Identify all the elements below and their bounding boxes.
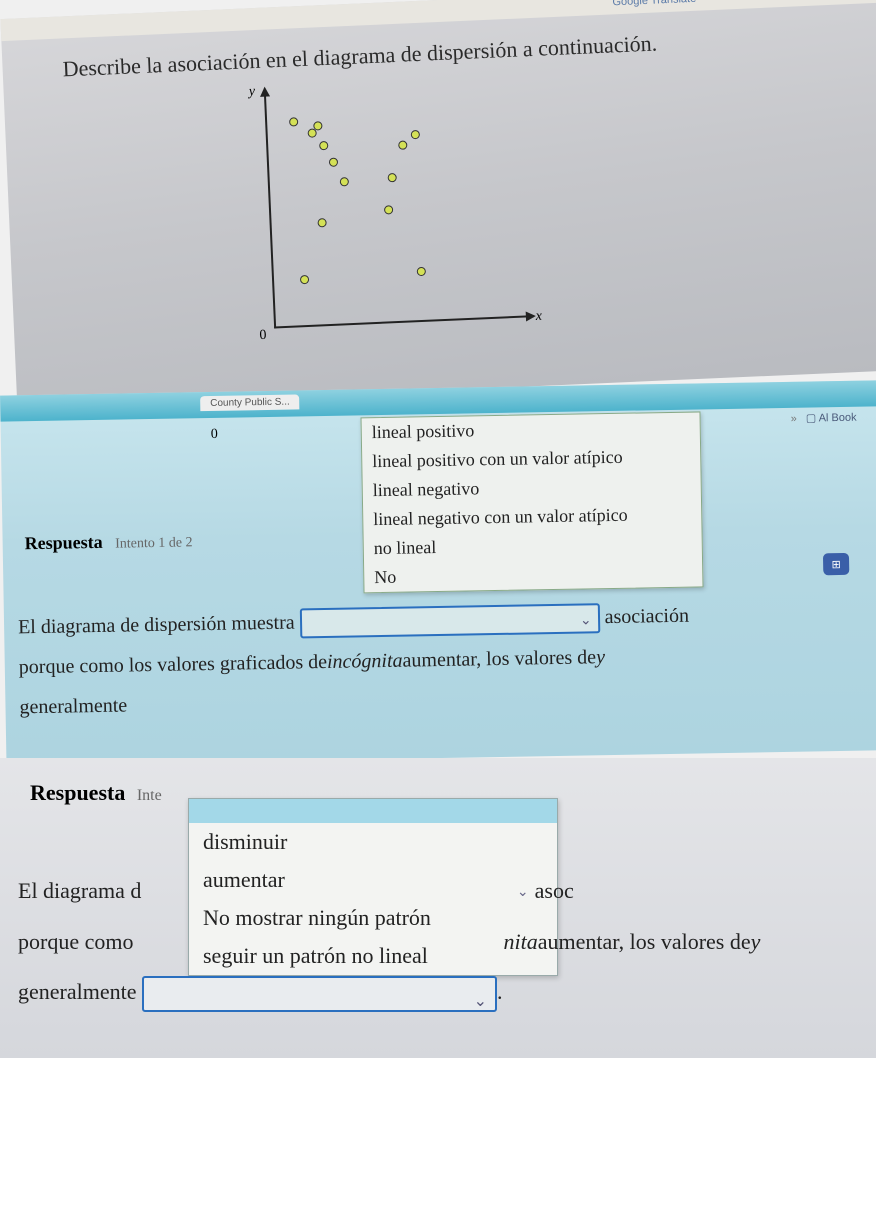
scatter-point — [317, 218, 326, 227]
scatter-point — [417, 267, 426, 276]
y-axis — [264, 89, 276, 329]
sentence-fragment: generalmente — [18, 979, 137, 1004]
sentence-fragment: aumentar, los valores de — [538, 929, 751, 954]
trend-select[interactable] — [142, 976, 497, 1012]
y-axis-label: y — [248, 84, 255, 100]
answer-panel-1: County Public S... » ▢ Al Book 0 lineal … — [0, 380, 876, 765]
scatter-plot: y x 0 — [244, 77, 535, 349]
answer-sentence: El diagrama de dispersión muestra asocia… — [18, 593, 868, 728]
association-dropdown-list[interactable]: lineal positivo lineal positivo con un v… — [361, 411, 704, 593]
whitespace — [0, 1058, 876, 1218]
folder-label: Al Book — [819, 412, 857, 425]
sentence-fragment: El diagrama de dispersión muestra — [18, 612, 295, 639]
sentence-fragment: aumentar, los valores de — [402, 646, 596, 671]
scatter-point — [340, 177, 349, 186]
scatter-point — [313, 121, 322, 130]
sentence-period: . — [497, 979, 503, 1004]
answer-sentence: El diagrama d ⌄asoc porque como nitaaumen… — [18, 866, 876, 1018]
chevron-right-icon: » — [791, 413, 797, 425]
scatter-point — [300, 275, 309, 284]
scatter-point — [289, 117, 298, 126]
scatter-point — [398, 140, 407, 149]
answer-panel-2: Respuesta Inte disminuir aumentar No mos… — [0, 758, 876, 1058]
browser-tab[interactable]: County Public S... — [200, 394, 300, 411]
association-select[interactable] — [299, 604, 599, 639]
keypad-icon[interactable]: ⊞ — [823, 553, 849, 575]
chevron-down-icon[interactable]: ⌄ — [517, 877, 529, 909]
variable-x: incógnita — [327, 650, 403, 673]
scatter-point — [329, 158, 338, 167]
sentence-fragment: El diagrama d — [18, 878, 141, 903]
response-heading: Respuesta Inte — [30, 780, 162, 806]
response-heading: Respuesta Intento 1 de 2 — [24, 530, 192, 554]
attempt-counter-truncated: Inte — [137, 787, 162, 804]
sentence-fragment: porque como — [18, 929, 133, 954]
dropdown-option[interactable]: No — [364, 557, 702, 592]
sentence-fragment: generalmente — [19, 694, 127, 718]
origin-label: 0 — [259, 328, 267, 344]
x-axis-label: x — [535, 309, 542, 325]
scatter-point — [319, 141, 328, 150]
bookmark-folder[interactable]: » ▢ Al Book — [791, 411, 857, 425]
variable-y: y — [596, 646, 605, 668]
attempt-counter: Intento 1 de 2 — [115, 535, 193, 551]
folder-icon: ▢ — [806, 412, 819, 424]
dropdown-option[interactable]: disminuir — [189, 823, 557, 861]
response-label: Respuesta — [30, 780, 125, 805]
variable-x-frag: nita — [503, 929, 537, 954]
variable-y: y — [751, 929, 761, 954]
sentence-fragment: porque como los valores graficados de — [19, 651, 328, 678]
scatter-point — [388, 173, 397, 182]
sentence-fragment: asociación — [604, 605, 689, 628]
scatter-point — [384, 205, 393, 214]
x-axis — [274, 315, 534, 328]
dropdown-highlight — [189, 799, 557, 823]
question-panel: Google Translate Describe la asociación … — [0, 0, 876, 409]
origin-label-duplicate: 0 — [211, 427, 218, 443]
scatter-point — [411, 130, 420, 139]
response-label: Respuesta — [24, 532, 102, 553]
sentence-fragment: asoc — [535, 878, 574, 903]
